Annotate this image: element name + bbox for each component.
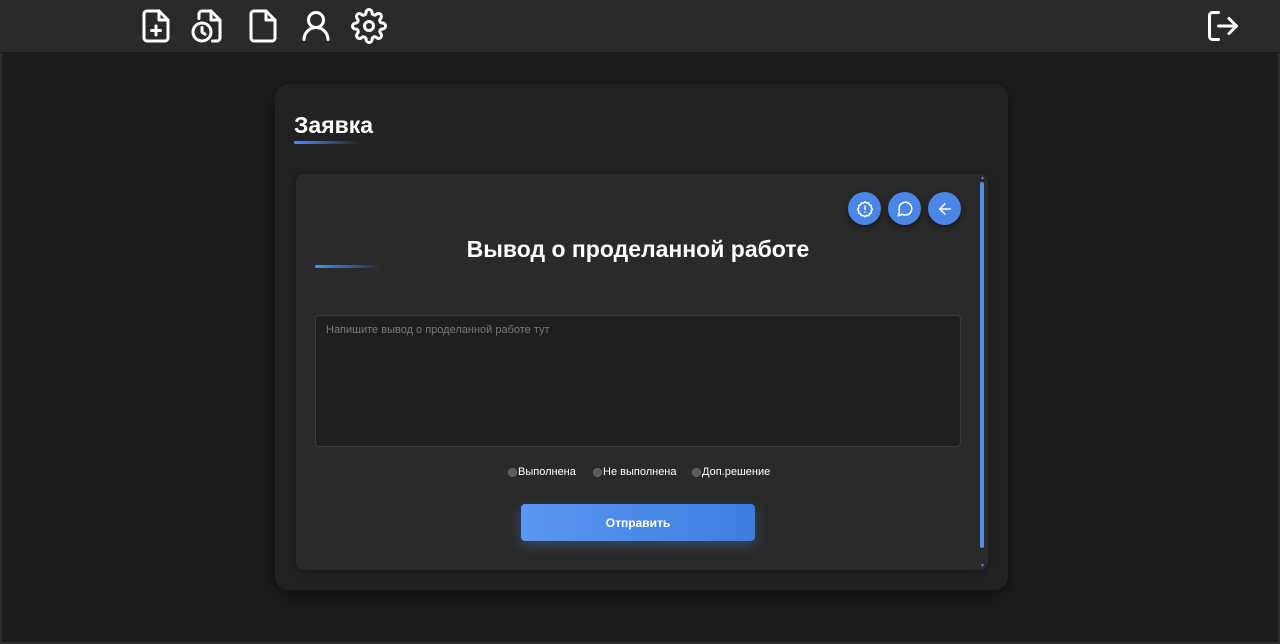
- file-plus-icon[interactable]: [138, 7, 174, 45]
- form-title: Вывод о проделанной работе: [466, 236, 810, 262]
- file-history-icon[interactable]: [190, 7, 226, 45]
- gear-icon[interactable]: [351, 7, 387, 45]
- radio-completed[interactable]: Выполнена: [508, 464, 576, 480]
- status-radio-group: Выполнена Не выполнена Доп.решение: [296, 464, 980, 480]
- vertical-scrollbar[interactable]: ▲ ▼: [980, 176, 985, 569]
- submit-button[interactable]: Отправить: [521, 504, 755, 541]
- radio-button[interactable]: [692, 467, 701, 477]
- radio-label: Доп.решение: [702, 466, 771, 478]
- radio-button[interactable]: [593, 467, 602, 477]
- scroll-up-arrow-icon[interactable]: ▲: [980, 176, 985, 181]
- arrow-left-icon: [938, 202, 951, 215]
- alert-circle-icon: [856, 200, 873, 217]
- form-title-underline: [315, 265, 381, 268]
- request-card: Заявка ▲ ▼ Вывод о проделанной работе На…: [275, 84, 1008, 590]
- radio-label: Выполнена: [518, 466, 576, 478]
- logout-icon[interactable]: [1205, 7, 1241, 45]
- radio-additional-decision[interactable]: Доп.решение: [692, 464, 770, 480]
- conclusion-textarea[interactable]: [315, 315, 961, 447]
- radio-button[interactable]: [508, 467, 517, 477]
- chat-bubble-icon: [897, 200, 913, 216]
- page-title: Заявка: [294, 112, 374, 138]
- user-icon[interactable]: [298, 7, 334, 45]
- scroll-down-arrow-icon[interactable]: ▼: [980, 564, 985, 569]
- back-button[interactable]: [928, 192, 961, 225]
- alert-button[interactable]: [848, 192, 881, 225]
- radio-not-completed[interactable]: Не выполнена: [593, 464, 677, 480]
- chat-button[interactable]: [888, 192, 921, 225]
- scrollbar-thumb[interactable]: [980, 182, 984, 548]
- title-underline: [294, 141, 360, 144]
- conclusion-form-panel: ▲ ▼ Вывод о проделанной работе Напишите …: [296, 174, 988, 570]
- radio-label: Не выполнена: [603, 466, 677, 478]
- top-navigation-bar: [0, 0, 1280, 53]
- file-icon[interactable]: [245, 7, 281, 45]
